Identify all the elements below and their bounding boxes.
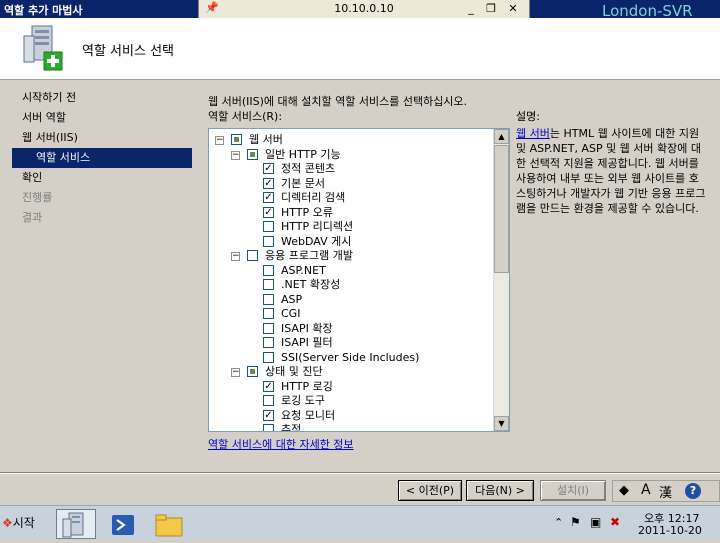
tree-item-label: ASP.NET: [281, 263, 326, 277]
tree-item-label: 정적 콘텐츠: [281, 162, 336, 175]
help-icon[interactable]: ?: [685, 483, 701, 499]
tree-checkbox[interactable]: [263, 235, 274, 247]
tree-item-label: HTTP 오류: [281, 205, 333, 219]
description-body: 는 HTML 웹 사이트에 대한 지원 및 ASP.NET, ASP 및 웹 서…: [516, 127, 706, 215]
tree-item-label: ASP: [281, 292, 303, 306]
tree-item-label: SSI(Server Side Includes): [281, 350, 420, 364]
step-progress: 진행률: [22, 191, 53, 204]
tree-checkbox[interactable]: ✓: [263, 409, 274, 421]
ime-mode-icon[interactable]: A: [641, 482, 651, 498]
ime-icon[interactable]: ◆: [619, 483, 629, 498]
page-title: 역할 서비스 선택: [82, 44, 174, 59]
tree-checkbox[interactable]: ✓: [263, 380, 274, 392]
tree-checkbox[interactable]: ✓: [263, 177, 274, 189]
tree-item-label: 일반 HTTP 기능: [265, 147, 341, 161]
scroll-thumb[interactable]: [494, 145, 509, 273]
window-title: 역할 추가 마법사: [4, 4, 83, 17]
tree-item-label: 디렉터리 검색: [281, 191, 346, 204]
back-button[interactable]: < 이전(P): [398, 480, 462, 501]
step-web-server[interactable]: 웹 서버(IIS): [12, 128, 192, 148]
step-server-roles[interactable]: 서버 역할: [12, 108, 192, 128]
taskbar-server-manager[interactable]: [56, 509, 96, 539]
tree-item-label: 추적: [281, 423, 302, 432]
tree-checkbox[interactable]: [263, 337, 274, 348]
system-tray: ⌃ ⚑ ▣ ✖ 오후 12:17 2011-10-20: [548, 508, 720, 539]
description-label: 설명:: [516, 110, 540, 123]
description-text: 웹 서버는 HTML 웹 사이트에 대한 지원 및 ASP.NET, ASP 및…: [516, 126, 708, 216]
tree-checkbox[interactable]: [263, 395, 274, 406]
tree-item-label: CGI: [281, 307, 301, 320]
tree-scrollbar[interactable]: ▲ ▼: [493, 129, 509, 431]
powershell-icon: [112, 515, 134, 535]
role-services-label: 역할 서비스(R):: [208, 110, 283, 123]
tree-item-label: 요청 모니터: [281, 408, 336, 422]
tree-item-label: HTTP 로깅: [281, 379, 333, 393]
install-button: 설치(I): [540, 480, 606, 501]
next-button[interactable]: 다음(N) >: [466, 480, 534, 501]
tree-item-label: WebDAV 게시: [281, 234, 352, 248]
taskbar: ❖시작 ⌃ ⚑ ▣ ✖ 오후 12:17 2011-10-20: [0, 505, 720, 540]
tree-checkbox[interactable]: ✓: [263, 192, 274, 203]
footer-divider: [0, 472, 720, 474]
network-icon[interactable]: ▣: [590, 515, 601, 529]
scroll-down-icon[interactable]: ▼: [494, 416, 509, 431]
step-role-services[interactable]: 역할 서비스: [12, 148, 192, 168]
tree-checkbox[interactable]: ✓: [263, 206, 274, 218]
flag-icon[interactable]: ⚑: [570, 515, 581, 529]
tree-item-label: ISAPI 확장: [281, 321, 333, 335]
tree-item-label: 상태 및 진단: [265, 365, 323, 378]
minimize-icon[interactable]: _: [463, 1, 479, 16]
tree-item-label: .NET 확장성: [281, 278, 341, 291]
tree-item-label: 기본 문서: [281, 176, 325, 190]
start-button[interactable]: ❖시작: [2, 511, 46, 535]
wizard-steps: 시작하기 전 서버 역할 웹 서버(IIS) 역할 서비스 확인 진행률 결과: [12, 88, 192, 228]
tree-checkbox[interactable]: [231, 134, 242, 145]
tree-checkbox[interactable]: [263, 424, 274, 431]
description-web-server-link[interactable]: 웹 서버: [516, 127, 550, 140]
tree-checkbox[interactable]: [247, 366, 258, 377]
tree-item-label: 응용 프로그램 개발: [265, 249, 353, 262]
tree-item-label: 웹 서버: [249, 133, 283, 146]
restore-icon[interactable]: ❐: [483, 1, 499, 16]
tree-checkbox[interactable]: [263, 264, 274, 276]
tree-expander-icon[interactable]: −: [231, 150, 240, 160]
tree-item-label: HTTP 리디렉션: [281, 220, 354, 233]
hanja-icon[interactable]: 漢: [659, 482, 672, 501]
folder-icon: [155, 514, 183, 537]
windows-logo-icon: ❖: [2, 516, 13, 530]
tree-checkbox[interactable]: [263, 279, 274, 290]
tree-item-label: ISAPI 필터: [281, 336, 333, 349]
tree-checkbox[interactable]: [263, 293, 274, 305]
tree-expander-icon[interactable]: −: [215, 136, 224, 145]
clock-date[interactable]: 2011-10-20: [638, 524, 702, 537]
tree-checkbox[interactable]: [263, 322, 274, 334]
step-confirmation[interactable]: 확인: [12, 168, 192, 188]
volume-icon[interactable]: ✖: [610, 515, 620, 529]
role-services-tree[interactable]: − 웹 서버 − 일반 HTTP 기능 ✓ 정적 콘텐츠 ✓ 기본 문서 ✓ 디렉터리 검색 ✓ HT…: [208, 128, 510, 432]
server-add-icon: [23, 25, 63, 71]
tree-checkbox[interactable]: [247, 250, 258, 261]
more-info-link[interactable]: 역할 서비스에 대한 자세한 정보: [208, 436, 354, 452]
tree-checkbox[interactable]: [263, 351, 274, 363]
scroll-up-icon[interactable]: ▲: [494, 129, 509, 144]
step-before-you-begin[interactable]: 시작하기 전: [12, 88, 192, 108]
tree-checkbox[interactable]: [263, 308, 274, 319]
close-icon[interactable]: ✕: [505, 1, 521, 16]
tree-expander-icon[interactable]: −: [231, 368, 240, 377]
tree-expander-icon[interactable]: −: [231, 252, 240, 261]
taskbar-explorer[interactable]: [148, 509, 188, 539]
tree-item-label: 로깅 도구: [281, 394, 325, 407]
step-results: 결과: [22, 211, 43, 224]
tree-checkbox[interactable]: [263, 221, 274, 232]
rdp-host-address: 10.10.0.10: [334, 2, 394, 15]
instruction-text: 웹 서버(IIS)에 대해 설치할 역할 서비스를 선택하십시오.: [208, 95, 468, 108]
server-manager-icon: [62, 512, 84, 538]
tree-checkbox[interactable]: ✓: [263, 163, 274, 174]
tray-expand-icon[interactable]: ⌃: [554, 516, 563, 529]
language-bar[interactable]: ◆ A 漢 ?: [612, 480, 720, 502]
rdp-connection-bar: 📌 10.10.0.10 _ ❐ ✕: [198, 0, 530, 19]
taskbar-powershell[interactable]: [102, 509, 142, 539]
tree-checkbox[interactable]: [247, 148, 258, 160]
wizard-header: 역할 서비스 선택: [0, 18, 720, 80]
